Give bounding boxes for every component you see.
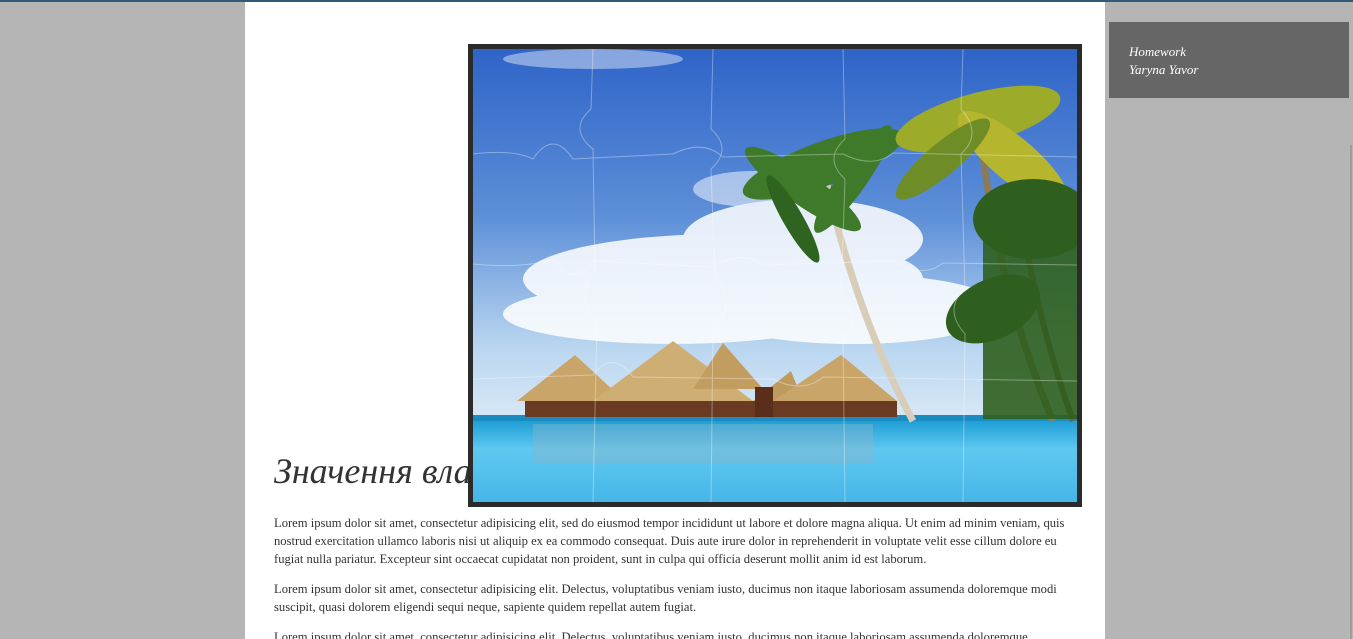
paragraph-1: Lorem ipsum dolor sit amet, consectetur … [274,516,1065,566]
author-name: Yaryna Yavor [1129,62,1199,77]
tropical-resort-puzzle-image[interactable] [473,49,1077,502]
scrollbar[interactable] [1350,145,1352,639]
homework-info-box: Homework Yaryna Yavor [1109,22,1349,98]
article-title: Значення вла [274,451,472,491]
puzzle-image-frame[interactable] [468,44,1082,507]
homework-label: Homework [1129,44,1187,59]
paragraph-2: Lorem ipsum dolor sit amet, consectetur … [274,582,1057,614]
paragraph-3: Lorem ipsum dolor sit amet, consectetur … [274,630,1028,639]
